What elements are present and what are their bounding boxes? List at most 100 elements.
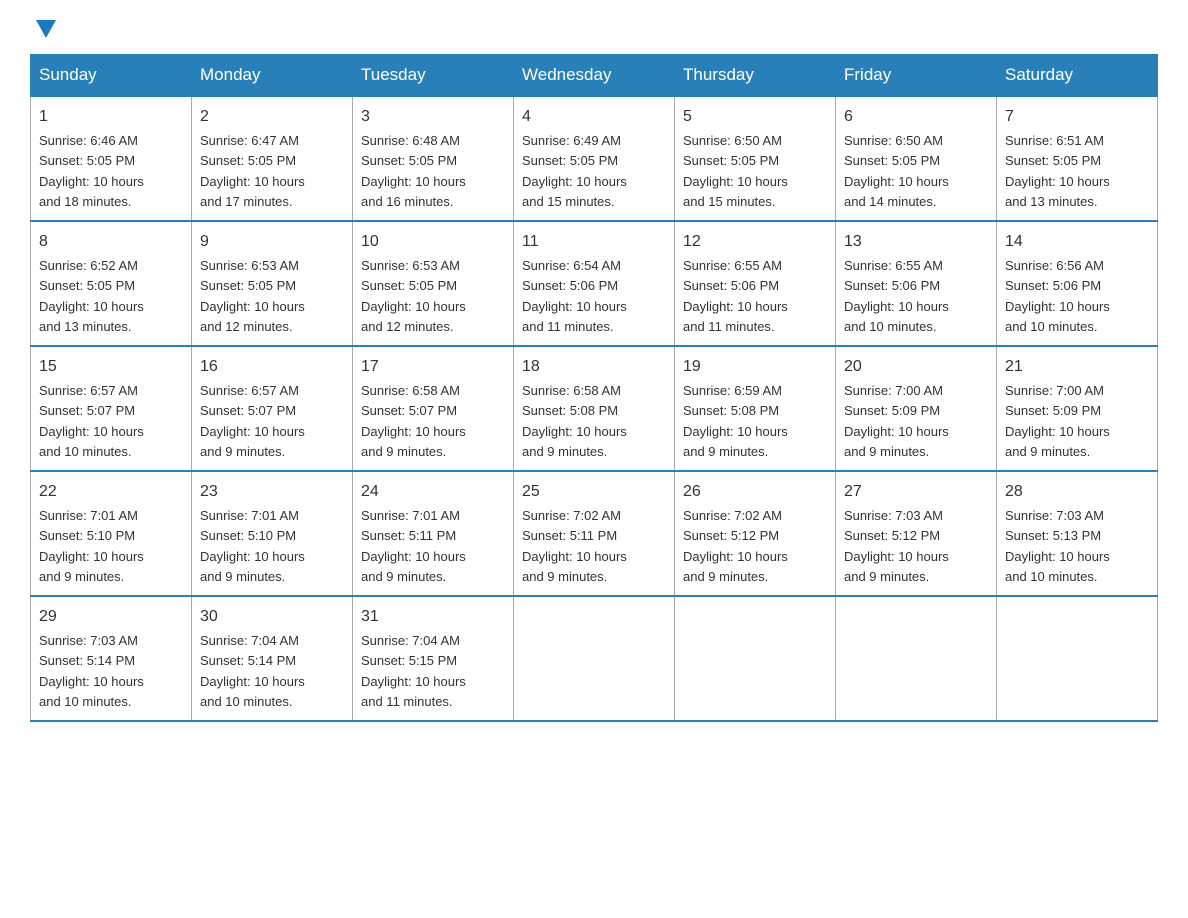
day-number: 24 (361, 480, 505, 504)
day-number: 23 (200, 480, 344, 504)
day-info: Sunrise: 6:47 AMSunset: 5:05 PMDaylight:… (200, 133, 305, 209)
logo-blue-text (30, 20, 56, 38)
calendar-cell: 28 Sunrise: 7:03 AMSunset: 5:13 PMDaylig… (997, 471, 1158, 596)
day-number: 21 (1005, 355, 1149, 379)
day-number: 18 (522, 355, 666, 379)
weekday-header-sunday: Sunday (31, 55, 192, 97)
calendar-cell: 8 Sunrise: 6:52 AMSunset: 5:05 PMDayligh… (31, 221, 192, 346)
calendar-table: SundayMondayTuesdayWednesdayThursdayFrid… (30, 54, 1158, 722)
day-number: 17 (361, 355, 505, 379)
calendar-week-row: 22 Sunrise: 7:01 AMSunset: 5:10 PMDaylig… (31, 471, 1158, 596)
weekday-header-thursday: Thursday (675, 55, 836, 97)
weekday-header-row: SundayMondayTuesdayWednesdayThursdayFrid… (31, 55, 1158, 97)
day-number: 15 (39, 355, 183, 379)
day-info: Sunrise: 7:02 AMSunset: 5:12 PMDaylight:… (683, 508, 788, 584)
calendar-cell: 5 Sunrise: 6:50 AMSunset: 5:05 PMDayligh… (675, 96, 836, 221)
day-info: Sunrise: 7:01 AMSunset: 5:11 PMDaylight:… (361, 508, 466, 584)
day-number: 12 (683, 230, 827, 254)
day-info: Sunrise: 6:48 AMSunset: 5:05 PMDaylight:… (361, 133, 466, 209)
calendar-cell (514, 596, 675, 721)
day-number: 13 (844, 230, 988, 254)
day-number: 31 (361, 605, 505, 629)
calendar-cell: 14 Sunrise: 6:56 AMSunset: 5:06 PMDaylig… (997, 221, 1158, 346)
calendar-cell (836, 596, 997, 721)
calendar-cell: 7 Sunrise: 6:51 AMSunset: 5:05 PMDayligh… (997, 96, 1158, 221)
day-info: Sunrise: 7:01 AMSunset: 5:10 PMDaylight:… (39, 508, 144, 584)
day-info: Sunrise: 7:03 AMSunset: 5:13 PMDaylight:… (1005, 508, 1110, 584)
calendar-cell (675, 596, 836, 721)
weekday-header-saturday: Saturday (997, 55, 1158, 97)
day-number: 14 (1005, 230, 1149, 254)
day-info: Sunrise: 7:04 AMSunset: 5:14 PMDaylight:… (200, 633, 305, 709)
calendar-cell: 25 Sunrise: 7:02 AMSunset: 5:11 PMDaylig… (514, 471, 675, 596)
day-info: Sunrise: 6:55 AMSunset: 5:06 PMDaylight:… (683, 258, 788, 334)
day-number: 16 (200, 355, 344, 379)
calendar-week-row: 29 Sunrise: 7:03 AMSunset: 5:14 PMDaylig… (31, 596, 1158, 721)
day-info: Sunrise: 7:00 AMSunset: 5:09 PMDaylight:… (1005, 383, 1110, 459)
day-info: Sunrise: 7:02 AMSunset: 5:11 PMDaylight:… (522, 508, 627, 584)
day-number: 19 (683, 355, 827, 379)
day-info: Sunrise: 6:58 AMSunset: 5:07 PMDaylight:… (361, 383, 466, 459)
calendar-week-row: 8 Sunrise: 6:52 AMSunset: 5:05 PMDayligh… (31, 221, 1158, 346)
day-info: Sunrise: 7:01 AMSunset: 5:10 PMDaylight:… (200, 508, 305, 584)
day-number: 9 (200, 230, 344, 254)
logo-triangle-icon (36, 20, 56, 38)
calendar-cell: 11 Sunrise: 6:54 AMSunset: 5:06 PMDaylig… (514, 221, 675, 346)
calendar-cell: 26 Sunrise: 7:02 AMSunset: 5:12 PMDaylig… (675, 471, 836, 596)
calendar-cell: 19 Sunrise: 6:59 AMSunset: 5:08 PMDaylig… (675, 346, 836, 471)
day-info: Sunrise: 6:58 AMSunset: 5:08 PMDaylight:… (522, 383, 627, 459)
calendar-cell: 20 Sunrise: 7:00 AMSunset: 5:09 PMDaylig… (836, 346, 997, 471)
day-info: Sunrise: 7:04 AMSunset: 5:15 PMDaylight:… (361, 633, 466, 709)
page-header (30, 20, 1158, 38)
calendar-cell: 12 Sunrise: 6:55 AMSunset: 5:06 PMDaylig… (675, 221, 836, 346)
calendar-cell: 23 Sunrise: 7:01 AMSunset: 5:10 PMDaylig… (192, 471, 353, 596)
calendar-cell: 6 Sunrise: 6:50 AMSunset: 5:05 PMDayligh… (836, 96, 997, 221)
calendar-cell: 9 Sunrise: 6:53 AMSunset: 5:05 PMDayligh… (192, 221, 353, 346)
day-number: 30 (200, 605, 344, 629)
calendar-cell: 16 Sunrise: 6:57 AMSunset: 5:07 PMDaylig… (192, 346, 353, 471)
day-info: Sunrise: 6:53 AMSunset: 5:05 PMDaylight:… (200, 258, 305, 334)
day-number: 3 (361, 105, 505, 129)
calendar-cell: 18 Sunrise: 6:58 AMSunset: 5:08 PMDaylig… (514, 346, 675, 471)
day-info: Sunrise: 6:50 AMSunset: 5:05 PMDaylight:… (683, 133, 788, 209)
day-info: Sunrise: 7:03 AMSunset: 5:14 PMDaylight:… (39, 633, 144, 709)
calendar-cell: 13 Sunrise: 6:55 AMSunset: 5:06 PMDaylig… (836, 221, 997, 346)
day-number: 27 (844, 480, 988, 504)
calendar-cell: 17 Sunrise: 6:58 AMSunset: 5:07 PMDaylig… (353, 346, 514, 471)
weekday-header-tuesday: Tuesday (353, 55, 514, 97)
day-number: 8 (39, 230, 183, 254)
day-info: Sunrise: 7:03 AMSunset: 5:12 PMDaylight:… (844, 508, 949, 584)
day-info: Sunrise: 6:49 AMSunset: 5:05 PMDaylight:… (522, 133, 627, 209)
calendar-cell: 27 Sunrise: 7:03 AMSunset: 5:12 PMDaylig… (836, 471, 997, 596)
day-number: 25 (522, 480, 666, 504)
calendar-week-row: 1 Sunrise: 6:46 AMSunset: 5:05 PMDayligh… (31, 96, 1158, 221)
calendar-cell: 10 Sunrise: 6:53 AMSunset: 5:05 PMDaylig… (353, 221, 514, 346)
day-number: 6 (844, 105, 988, 129)
day-info: Sunrise: 6:54 AMSunset: 5:06 PMDaylight:… (522, 258, 627, 334)
day-number: 10 (361, 230, 505, 254)
day-number: 20 (844, 355, 988, 379)
day-info: Sunrise: 6:59 AMSunset: 5:08 PMDaylight:… (683, 383, 788, 459)
day-info: Sunrise: 6:52 AMSunset: 5:05 PMDaylight:… (39, 258, 144, 334)
day-number: 11 (522, 230, 666, 254)
weekday-header-friday: Friday (836, 55, 997, 97)
day-number: 28 (1005, 480, 1149, 504)
calendar-cell (997, 596, 1158, 721)
day-info: Sunrise: 6:51 AMSunset: 5:05 PMDaylight:… (1005, 133, 1110, 209)
day-number: 7 (1005, 105, 1149, 129)
day-number: 22 (39, 480, 183, 504)
calendar-cell: 24 Sunrise: 7:01 AMSunset: 5:11 PMDaylig… (353, 471, 514, 596)
day-info: Sunrise: 6:53 AMSunset: 5:05 PMDaylight:… (361, 258, 466, 334)
day-info: Sunrise: 6:56 AMSunset: 5:06 PMDaylight:… (1005, 258, 1110, 334)
day-info: Sunrise: 6:46 AMSunset: 5:05 PMDaylight:… (39, 133, 144, 209)
weekday-header-monday: Monday (192, 55, 353, 97)
calendar-cell: 1 Sunrise: 6:46 AMSunset: 5:05 PMDayligh… (31, 96, 192, 221)
day-number: 29 (39, 605, 183, 629)
day-info: Sunrise: 6:57 AMSunset: 5:07 PMDaylight:… (200, 383, 305, 459)
weekday-header-wednesday: Wednesday (514, 55, 675, 97)
day-info: Sunrise: 7:00 AMSunset: 5:09 PMDaylight:… (844, 383, 949, 459)
calendar-cell: 29 Sunrise: 7:03 AMSunset: 5:14 PMDaylig… (31, 596, 192, 721)
day-number: 4 (522, 105, 666, 129)
calendar-cell: 21 Sunrise: 7:00 AMSunset: 5:09 PMDaylig… (997, 346, 1158, 471)
calendar-cell: 3 Sunrise: 6:48 AMSunset: 5:05 PMDayligh… (353, 96, 514, 221)
